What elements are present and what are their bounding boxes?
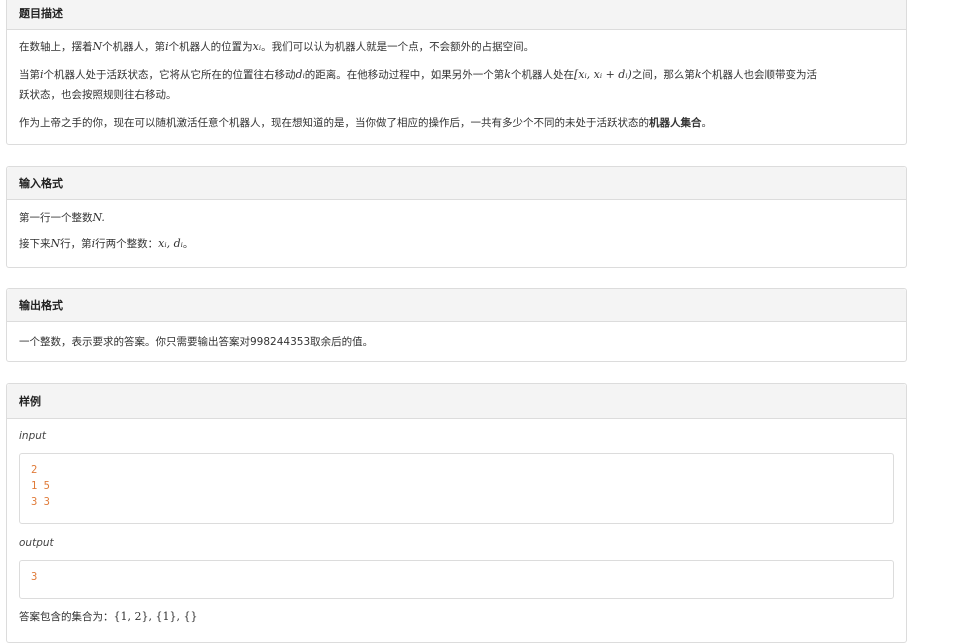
output-format-panel: 输出格式 一个整数，表示要求的答案。你只需要输出答案对998244353取余后的… [6,288,907,362]
sample-output-box[interactable]: 3 [19,560,894,599]
description-paragraph-1: 在数轴上，摆着N个机器人，第i个机器人的位置为xᵢ。我们可以认为机器人就是一个点… [19,40,535,53]
description-panel: 题目描述 在数轴上，摆着N个机器人，第i个机器人的位置为xᵢ。我们可以认为机器人… [6,0,907,145]
sample-input-box[interactable]: 2 1 5 3 3 [19,453,894,524]
sample-output-line: 3 [31,571,38,583]
output-format-line-1: 一个整数，表示要求的答案。你只需要输出答案对998244353取余后的值。 [19,336,374,348]
description-title: 题目描述 [7,0,906,30]
sample-input-line: 1 5 [31,480,50,492]
input-format-title: 输入格式 [7,167,906,200]
sample-panel: 样例 input 2 1 5 3 3 output 3 答案包含的集合为：{1,… [6,383,907,643]
description-paragraph-2: 当第i个机器人处于活跃状态，它将从它所在的位置往右移动dᵢ的距离。在他移动过程中… [19,68,818,81]
input-format-panel: 输入格式 第一行一个整数N. 接下来N行，第i行两个整数：xᵢ, dᵢ。 [6,166,907,268]
sample-note: 答案包含的集合为：{1, 2}, {1}, {} [19,610,198,623]
sample-output-label: output [19,537,54,549]
sample-input-label: input [19,430,47,442]
sample-input-line: 2 [31,464,38,476]
sample-title: 样例 [7,384,906,419]
sample-input-line: 3 3 [31,496,50,508]
input-format-line-1: 第一行一个整数N. [19,211,105,224]
description-paragraph-2-cont: 跃状态，也会按照规则往右移动。 [19,89,177,101]
input-format-line-2: 接下来N行，第i行两个整数：xᵢ, dᵢ。 [19,237,194,250]
bold-term: 机器人集合 [649,117,702,129]
description-paragraph-3: 作为上帝之手的你，现在可以随机激活任意个机器人，现在想知道的是，当你做了相应的操… [19,117,712,129]
output-format-title: 输出格式 [7,289,906,322]
